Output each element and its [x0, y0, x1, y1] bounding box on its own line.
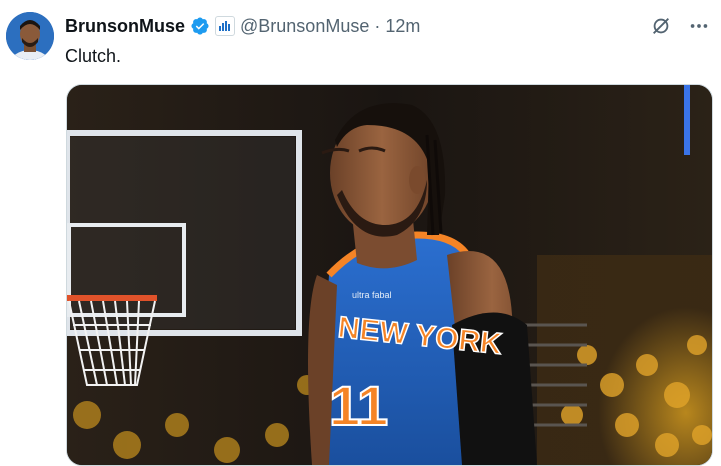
separator-dot: ·: [374, 15, 381, 36]
author-handle[interactable]: @BrunsonMuse: [240, 16, 369, 37]
tweet-actions-top: [649, 14, 711, 38]
avatar[interactable]: [6, 12, 54, 60]
jersey-sponsor: ultra fabal: [352, 290, 392, 300]
verified-badge-icon: [190, 16, 210, 36]
more-icon[interactable]: [687, 14, 711, 38]
jersey-number: 11: [329, 374, 388, 437]
grok-icon[interactable]: [649, 14, 673, 38]
tweet[interactable]: BrunsonMuse @BrunsonMuse · 12m Clutch. N…: [0, 0, 721, 466]
affiliation-badge-icon[interactable]: [215, 16, 236, 36]
timestamp[interactable]: 12m: [385, 16, 420, 37]
tweet-text: Clutch.: [65, 46, 122, 66]
tweet-header: BrunsonMuse @BrunsonMuse · 12m: [65, 14, 420, 38]
author-name[interactable]: BrunsonMuse: [65, 16, 185, 37]
tweet-media-image[interactable]: NEW YORK ultra fabal 11: [66, 84, 713, 466]
